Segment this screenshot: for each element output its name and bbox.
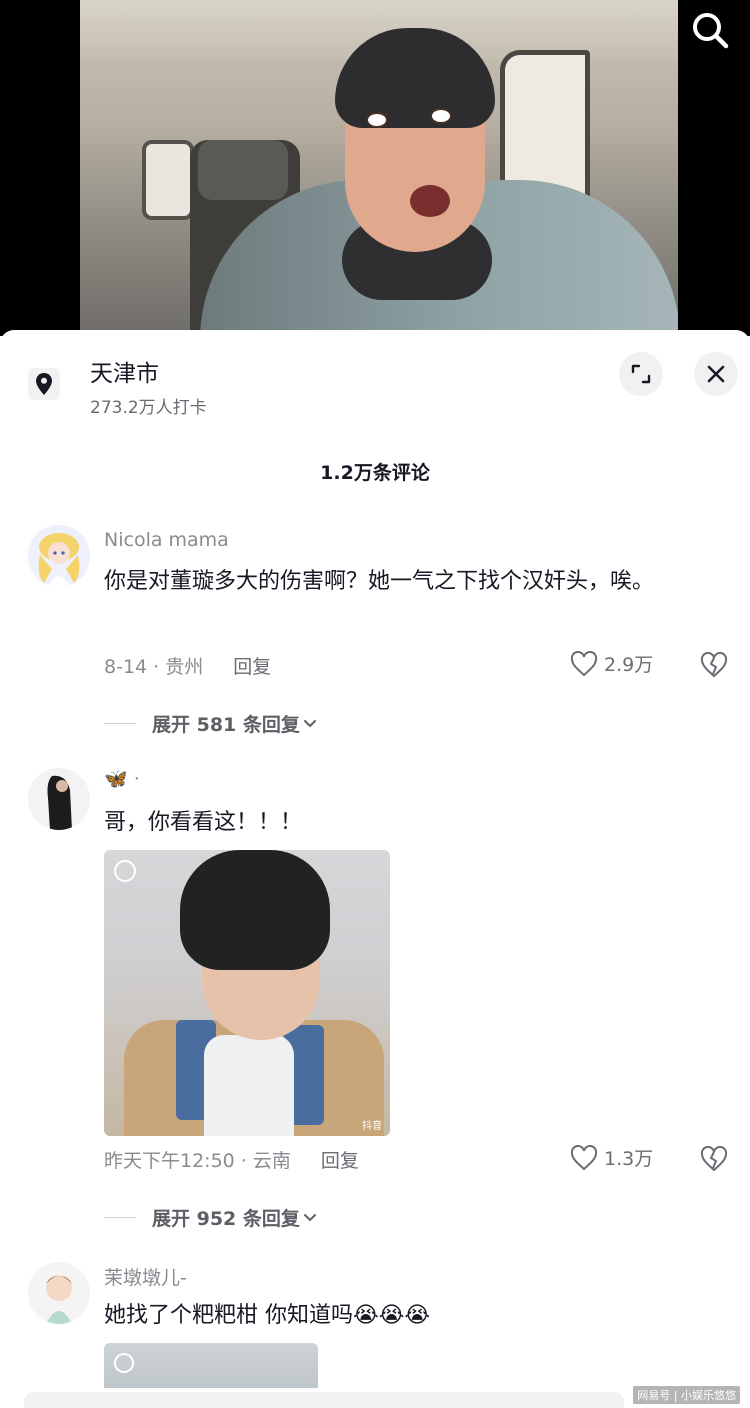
source-watermark: 网易号 | 小娱乐悠悠 bbox=[633, 1386, 740, 1404]
comment-text: 你是对董璇多大的伤害啊？她一气之下找个汉奸头，唉。 bbox=[104, 569, 655, 594]
like-count: 1.3万 bbox=[604, 1148, 654, 1170]
heart-icon bbox=[570, 1144, 598, 1170]
like-button[interactable]: 2.9万 bbox=[570, 650, 653, 677]
comment-text: 哥，你看看这！！！ bbox=[104, 810, 303, 835]
like-count: 2.9万 bbox=[604, 654, 654, 676]
bottom-input-bar[interactable] bbox=[24, 1392, 624, 1408]
reply-button[interactable]: 回复 bbox=[321, 1150, 359, 1172]
comment-date-location: 8-14 · 贵州 bbox=[104, 656, 204, 678]
video-player[interactable] bbox=[0, 0, 750, 336]
heart-icon bbox=[570, 650, 598, 676]
divider bbox=[104, 1217, 136, 1218]
comment-username[interactable]: 🦋 · bbox=[104, 767, 140, 790]
live-photo-icon bbox=[114, 1353, 134, 1373]
image-hair bbox=[180, 850, 330, 970]
close-button[interactable] bbox=[694, 352, 738, 396]
comments-count-title: 1.2万条评论 bbox=[320, 462, 430, 484]
person-eye bbox=[366, 112, 388, 128]
expand-replies-label: 展开 581 条回复 bbox=[152, 714, 300, 736]
comment-username[interactable]: Nicola mama bbox=[104, 529, 229, 551]
live-photo-icon bbox=[114, 860, 136, 882]
person-mouth bbox=[410, 185, 450, 217]
comment-image[interactable] bbox=[104, 1343, 318, 1388]
avatar[interactable] bbox=[28, 525, 90, 587]
person-eye bbox=[430, 108, 452, 124]
close-icon bbox=[707, 365, 725, 383]
location-name: 天津市 bbox=[90, 361, 159, 387]
expand-icon bbox=[631, 364, 651, 384]
search-icon[interactable] bbox=[690, 10, 730, 50]
like-button[interactable]: 1.3万 bbox=[570, 1144, 653, 1171]
expand-replies-button[interactable]: 展开 952 条回复 bbox=[104, 1204, 320, 1231]
car-headrest bbox=[198, 140, 288, 200]
expand-button[interactable] bbox=[619, 352, 663, 396]
image-shirt bbox=[204, 1035, 294, 1136]
comment-meta: 8-14 · 贵州 回复 bbox=[104, 652, 271, 679]
comment-text: 她找了个粑粑柑 你知道吗😭😭😭 bbox=[104, 1303, 431, 1328]
reply-button[interactable]: 回复 bbox=[233, 656, 271, 678]
comment-meta: 昨天下午12:50 · 云南 回复 bbox=[104, 1146, 359, 1173]
avatar[interactable] bbox=[28, 768, 90, 830]
divider bbox=[104, 723, 136, 724]
comment-image[interactable]: 抖音 bbox=[104, 850, 390, 1136]
expand-replies-label: 展开 952 条回复 bbox=[152, 1208, 300, 1230]
expand-replies-button[interactable]: 展开 581 条回复 bbox=[104, 710, 320, 737]
avatar[interactable] bbox=[28, 1262, 90, 1324]
broken-heart-icon[interactable] bbox=[700, 652, 728, 678]
location-pin-icon bbox=[28, 368, 60, 400]
location-checkins: 273.2万人打卡 bbox=[90, 398, 207, 418]
douyin-logo: 抖音 bbox=[362, 1121, 382, 1132]
video-frame bbox=[80, 0, 678, 336]
comment-username[interactable]: 茉墩墩儿- bbox=[104, 1263, 187, 1290]
car-window bbox=[142, 140, 194, 220]
chevron-down-icon bbox=[303, 1213, 316, 1221]
chevron-down-icon bbox=[303, 719, 316, 727]
broken-heart-icon[interactable] bbox=[700, 1146, 728, 1172]
comment-date-location: 昨天下午12:50 · 云南 bbox=[104, 1150, 291, 1172]
